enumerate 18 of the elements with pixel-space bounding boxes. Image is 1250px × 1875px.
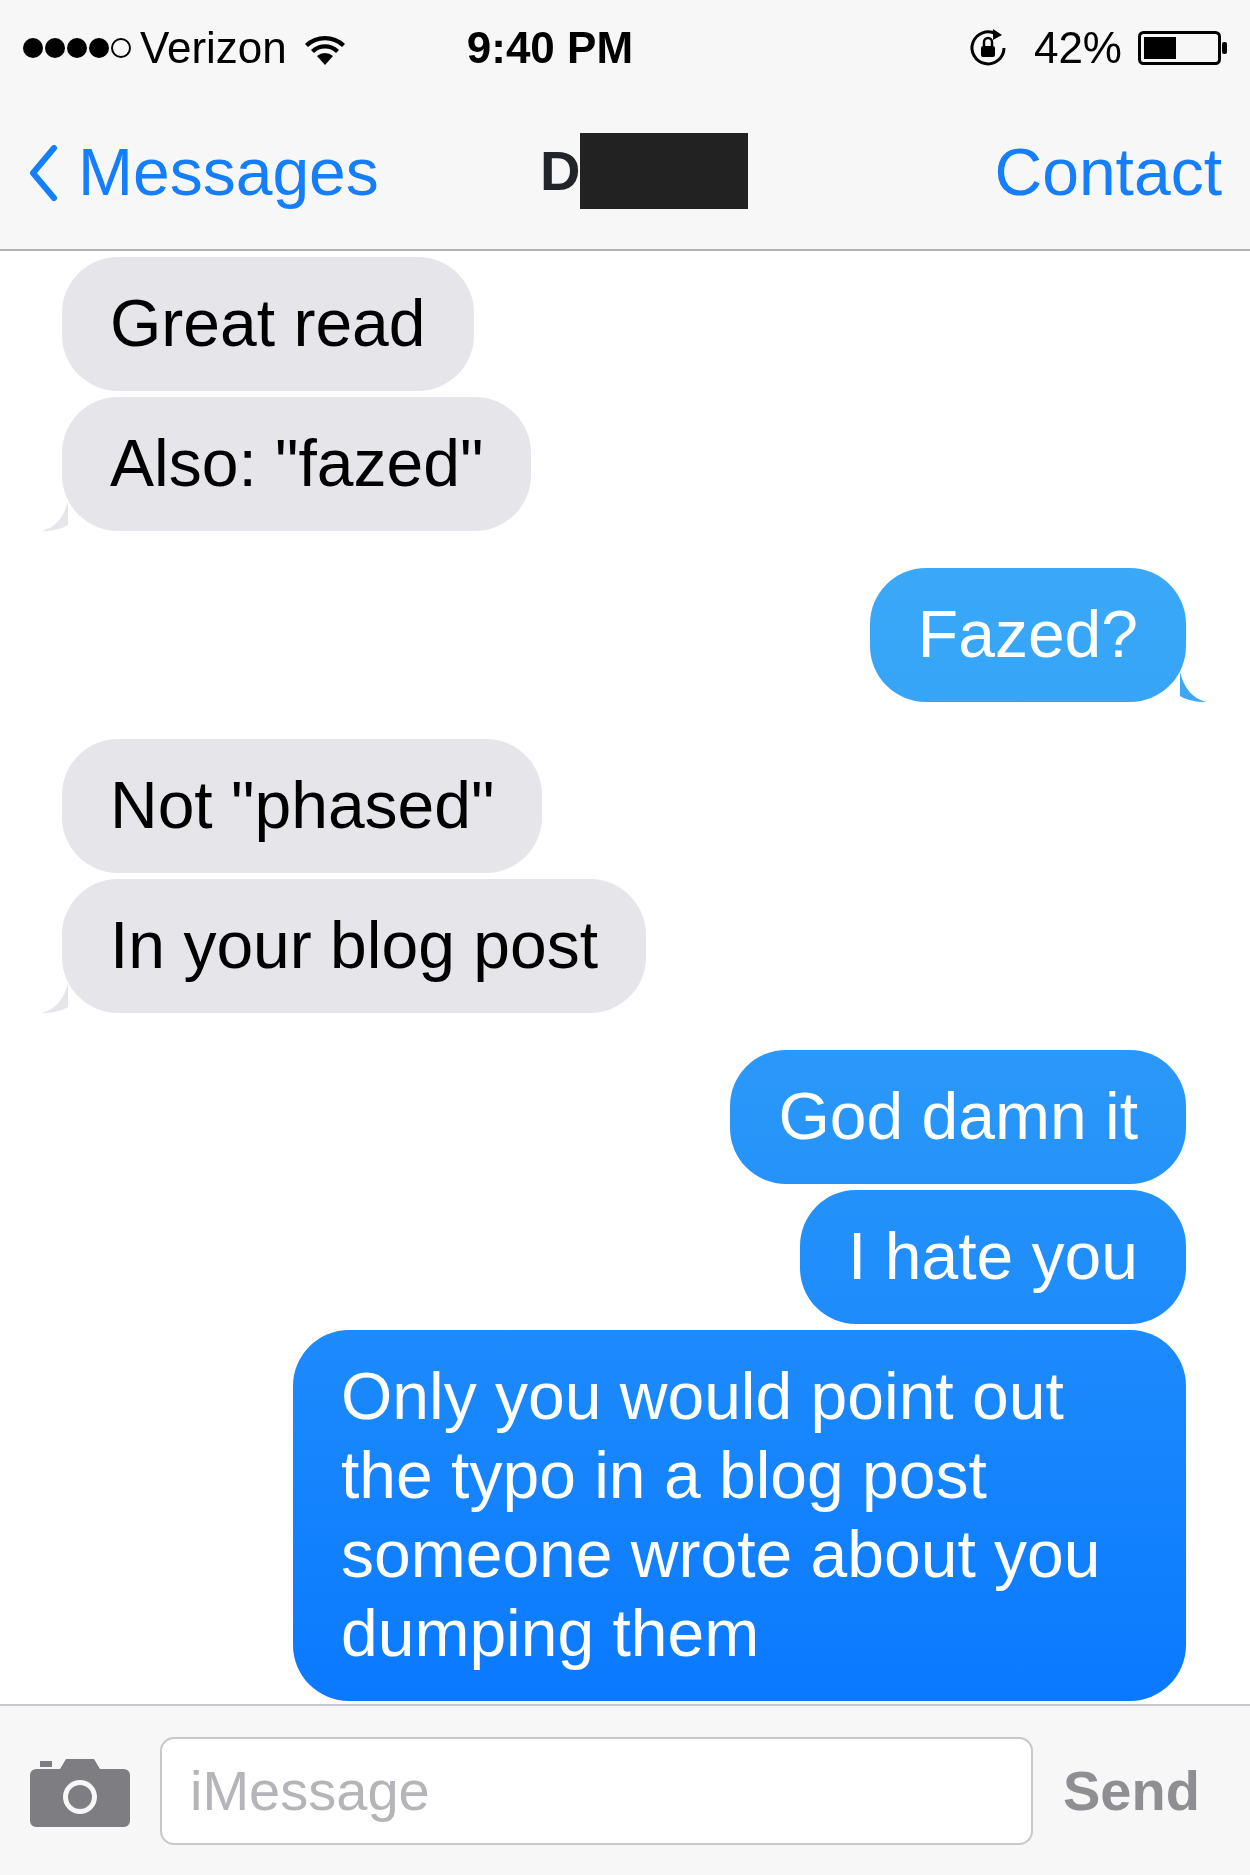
sent-message-bubble: Fazed? (869, 568, 1186, 702)
conversation-title: D (540, 138, 581, 204)
signal-icon (22, 35, 132, 61)
battery-icon (1138, 31, 1228, 65)
sent-message-bubble: I hate you (800, 1190, 1186, 1324)
sent-message-bubble: Only you would point out the typo in a blog post someone wrote about you dumping them (293, 1330, 1186, 1701)
carrier-name: Verizon (140, 22, 287, 74)
received-message-bubble: Also: "fazed" (62, 397, 532, 531)
received-message-bubble: Not "phased" (62, 739, 543, 873)
back-button[interactable]: Messages (28, 123, 379, 222)
battery-percent: 42% (1033, 22, 1122, 74)
status-time: 9:40 PM (466, 22, 634, 74)
chevron-icon (28, 144, 58, 201)
contact-button[interactable]: Contact (994, 123, 1222, 222)
message-input-field[interactable]: iMessage (160, 1736, 1033, 1845)
received-message-bubble: Great read (62, 257, 474, 391)
received-message-bubble: In your blog post (62, 879, 646, 1013)
sent-message-bubble: God damn it (730, 1050, 1186, 1184)
